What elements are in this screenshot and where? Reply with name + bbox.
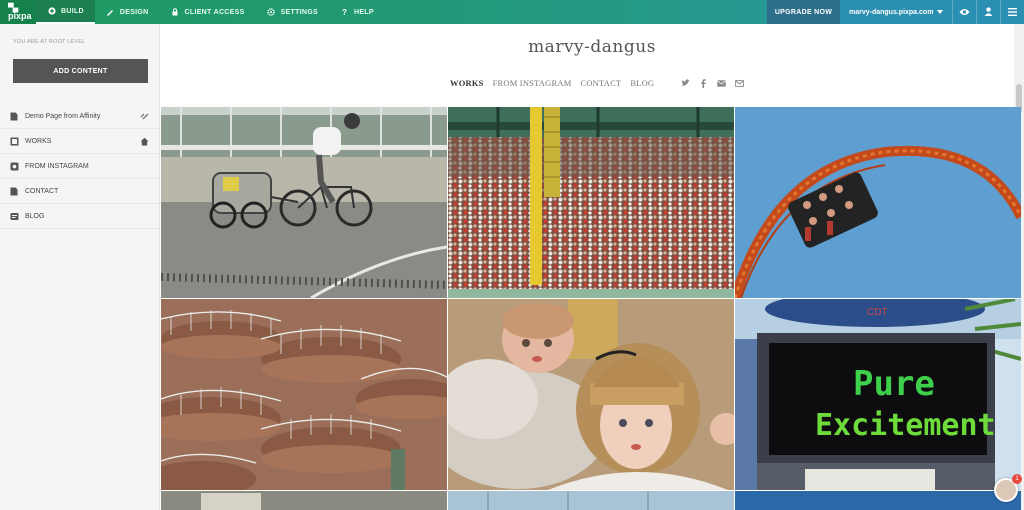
gallery-image-dolls[interactable] [448, 299, 734, 490]
works-gallery-grid: CDT Pure Excitement [161, 107, 1021, 510]
gallery-image-row3-1[interactable] [161, 491, 447, 510]
gallery-image-roller-coaster[interactable] [735, 107, 1021, 298]
link-icon [140, 112, 149, 121]
gallery-image-cyclist[interactable] [161, 107, 447, 298]
menu-button[interactable] [1000, 0, 1024, 24]
email-icon[interactable] [717, 79, 727, 88]
upgrade-now-button[interactable]: UPGRADE NOW [767, 0, 840, 24]
tab-build-label: BUILD [61, 7, 84, 15]
tab-client-access-label: CLIENT ACCESS [184, 8, 245, 16]
tab-design[interactable]: DESIGN [95, 0, 160, 24]
account-button[interactable] [976, 0, 1000, 24]
gallery-image-row3-3[interactable] [735, 491, 1021, 510]
sidebar-item-label: FROM INSTAGRAM [25, 162, 89, 170]
home-icon [140, 137, 149, 146]
site-title[interactable]: marvy-dangus [160, 37, 1024, 57]
eye-icon [959, 3, 970, 21]
brush-icon [106, 8, 115, 17]
sidebar-item-contact[interactable]: CONTACT [0, 179, 159, 204]
sidebar-item-label: BLOG [25, 212, 45, 220]
caret-down-icon [937, 9, 943, 16]
blog-icon [10, 212, 19, 221]
gear-icon [267, 8, 276, 17]
sidebar-item-blog[interactable]: BLOG [0, 204, 159, 229]
add-content-button[interactable]: ADD CONTENT [13, 59, 148, 83]
facebook-icon[interactable] [699, 78, 708, 88]
page-icon [10, 187, 19, 196]
sidebar-item-demo-page[interactable]: Demo Page from Affinity [0, 104, 159, 129]
sidebar-item-works[interactable]: WORKS [0, 129, 159, 154]
tab-settings-label: SETTINGS [280, 8, 318, 16]
instagram-icon [10, 162, 19, 171]
tab-build[interactable]: BUILD [36, 0, 95, 24]
question-icon: ? [340, 8, 349, 17]
site-nav-blog[interactable]: BLOG [630, 78, 654, 88]
svg-text:?: ? [342, 8, 347, 16]
site-domain-dropdown[interactable]: marvy-dangus.pixpa.com [840, 0, 952, 24]
sign-text-pure: Pure [853, 364, 935, 404]
user-icon [984, 3, 993, 21]
pixpa-logo[interactable]: ▀▄ pixpa [0, 0, 36, 24]
hamburger-icon [1008, 3, 1017, 21]
svg-text:CDT: CDT [867, 307, 888, 318]
site-nav-works[interactable]: WORKS [450, 78, 484, 88]
sidebar-item-label: Demo Page from Affinity [25, 112, 101, 120]
lock-icon [171, 8, 180, 17]
preview-eye-button[interactable] [952, 0, 976, 24]
chat-notification-badge: 1 [1012, 474, 1022, 484]
sign-text-excitement: Excitement [815, 408, 996, 443]
page-sidebar: YOU ARE AT ROOT LEVEL ADD CONTENT Demo P… [0, 24, 160, 510]
site-nav-from-instagram[interactable]: FROM INSTAGRAM [493, 78, 572, 88]
page-icon [10, 112, 19, 121]
gallery-image-pure-excitement-sign[interactable]: CDT Pure Excitement [735, 299, 1021, 490]
twitter-icon[interactable] [681, 79, 691, 88]
site-navigation: WORKS FROM INSTAGRAM CONTACT BLOG [450, 78, 745, 88]
gallery-image-stadium-crowd[interactable] [448, 107, 734, 298]
tab-settings[interactable]: SETTINGS [256, 0, 329, 24]
gallery-image-row3-2[interactable] [448, 491, 734, 510]
envelope-icon[interactable] [735, 79, 745, 88]
gallery-image-balconies[interactable] [161, 299, 447, 490]
sidebar-item-from-instagram[interactable]: FROM INSTAGRAM [0, 154, 159, 179]
page-list: Demo Page from Affinity WORKS FROM INSTA… [0, 104, 159, 229]
top-toolbar: ▀▄ pixpa BUILD DESIGN CLIENT ACCESS SETT… [0, 0, 1024, 24]
gallery-icon [10, 137, 19, 146]
tab-help[interactable]: ? HELP [329, 0, 385, 24]
sidebar-item-label: CONTACT [25, 187, 59, 195]
tab-client-access[interactable]: CLIENT ACCESS [160, 0, 256, 24]
plus-circle-icon [47, 7, 56, 16]
social-links [681, 78, 745, 88]
tab-help-label: HELP [353, 8, 374, 16]
root-level-label: YOU ARE AT ROOT LEVEL [13, 39, 86, 45]
logo-text: pixpa [8, 10, 32, 21]
tab-design-label: DESIGN [119, 8, 149, 16]
site-domain-label: marvy-dangus.pixpa.com [849, 8, 934, 16]
site-preview: marvy-dangus WORKS FROM INSTAGRAM CONTAC… [160, 24, 1024, 510]
sidebar-item-label: WORKS [25, 137, 52, 145]
site-nav-contact[interactable]: CONTACT [580, 78, 621, 88]
